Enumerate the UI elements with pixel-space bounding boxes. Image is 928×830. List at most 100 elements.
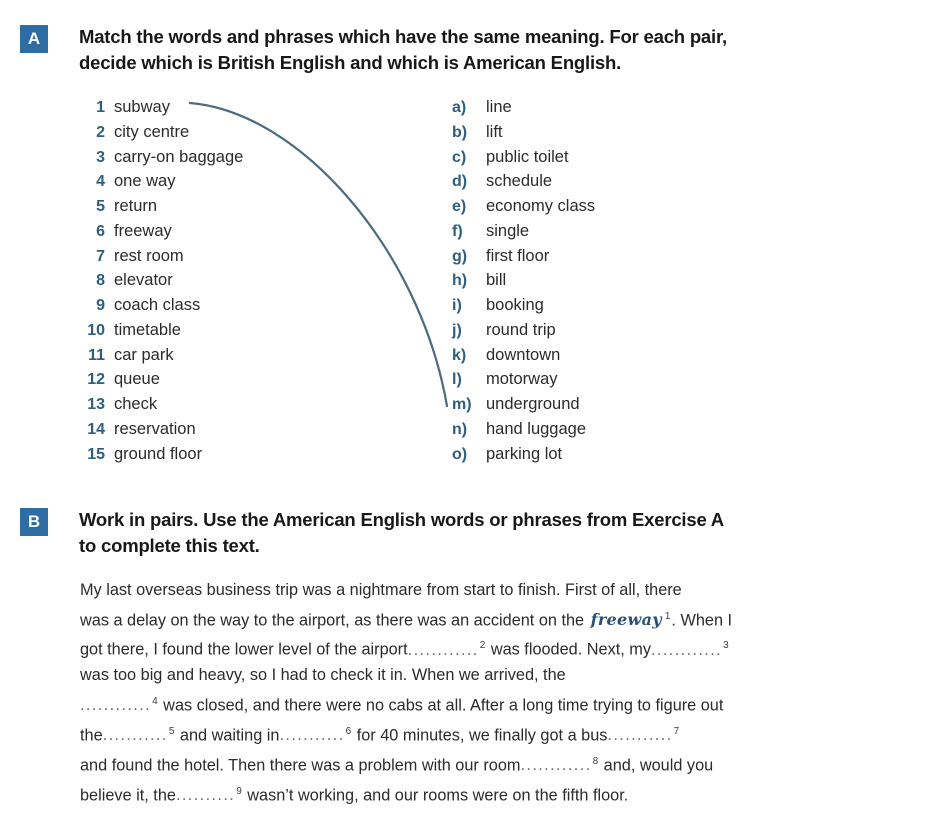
match-right-item-key: g): [452, 247, 468, 265]
gapfill-filled-answer[interactable]: freeway..............: [589, 607, 664, 638]
match-right-item-key: k): [452, 346, 467, 364]
match-right-item-label: lift: [486, 122, 503, 141]
match-right-item[interactable]: l) motorway: [452, 367, 772, 392]
match-left-item[interactable]: 13 check: [79, 392, 379, 417]
exercise-badge-a: A: [20, 25, 48, 53]
match-right-item-label: booking: [486, 296, 544, 314]
gapfill-line: got there, I found the lower level of th…: [80, 633, 880, 663]
match-left-item[interactable]: 8 elevator: [79, 268, 379, 293]
match-left-item-label: check: [114, 395, 158, 413]
match-right-item-key: f): [452, 222, 463, 240]
match-left-item-key: 5: [96, 198, 105, 215]
gapfill-line: the...........5 and waiting in..........…: [80, 719, 880, 749]
gapfill-blank[interactable]: ............: [408, 638, 479, 664]
match-left-item[interactable]: 1 subway: [79, 95, 379, 120]
match-left-item[interactable]: 12 queue: [79, 367, 379, 392]
match-left-item[interactable]: 11 car park: [79, 343, 379, 368]
match-right-item-label: bill: [486, 271, 507, 290]
gapfill-blank-number: 6: [345, 725, 352, 737]
match-right-item[interactable]: i) booking: [452, 293, 772, 318]
match-right-item-label: first floor: [486, 246, 550, 265]
gapfill-text: was a delay on the way to the airport, a…: [80, 610, 589, 629]
match-left-item-key: 13: [87, 396, 105, 413]
instruction-line: Match the words and phrases which have t…: [79, 26, 727, 47]
match-left-item[interactable]: 14 reservation: [79, 417, 379, 442]
match-left-item-key: 10: [87, 321, 105, 339]
match-right-item-label: schedule: [486, 172, 553, 191]
gapfill-text: and found the hotel. Then there was a pr…: [80, 756, 521, 775]
match-right-item-key: e): [452, 198, 467, 215]
match-left-item-key: 3: [96, 148, 105, 166]
instruction-line: to complete this text.: [79, 535, 260, 556]
gapfill-blank[interactable]: ...........: [607, 723, 672, 749]
answer-dotted-underline: ..............: [588, 629, 666, 638]
gapfill-text: and waiting in: [175, 726, 280, 745]
match-left-item[interactable]: 9 coach class: [79, 293, 379, 318]
instruction-line: decide which is British English and whic…: [79, 52, 622, 73]
match-left-item[interactable]: 7 rest room: [79, 244, 379, 269]
match-right-item[interactable]: k) downtown: [452, 343, 772, 368]
match-left-item-label: coach class: [114, 296, 201, 314]
match-right-item[interactable]: a) line: [452, 95, 772, 120]
match-right-item[interactable]: f) single: [452, 219, 772, 244]
match-right-item-key: a): [452, 99, 467, 116]
match-right-item-key: i): [452, 297, 462, 314]
match-right-item[interactable]: h) bill: [452, 268, 772, 293]
gapfill-blank-number: 7: [673, 725, 680, 737]
match-right-item[interactable]: j) round trip: [452, 318, 772, 343]
match-left-item[interactable]: 15 ground floor: [79, 442, 379, 467]
gapfill-line: believe it, the..........9 wasn’t workin…: [80, 779, 880, 809]
match-right-item[interactable]: n) hand luggage: [452, 417, 772, 442]
gapfill-blank-number: 9: [236, 785, 242, 797]
match-left-item[interactable]: 5 return: [79, 194, 379, 219]
match-left-item-label: ground floor: [114, 444, 203, 463]
match-right-item[interactable]: e) economy class: [452, 194, 772, 219]
gapfill-blank[interactable]: ...........: [279, 723, 344, 749]
gapfill-blank[interactable]: ...........: [103, 723, 168, 749]
gapfill-blank-number: 4: [152, 695, 158, 707]
matching-exercise-area: 1 subway 2 city centre 3 carry-on baggage 4 one…: [0, 95, 928, 485]
match-left-item-key: 14: [87, 420, 105, 438]
match-left-item[interactable]: 6 freeway: [79, 219, 379, 244]
match-right-item[interactable]: m) underground: [452, 392, 772, 417]
match-right-item-key: o): [452, 445, 468, 463]
match-left-item-label: freeway: [114, 221, 172, 240]
match-left-item-label: rest room: [114, 246, 184, 265]
gapfill-blank-number: 8: [592, 755, 599, 767]
gapfill-text: was flooded. Next, my: [486, 640, 651, 659]
match-right-item-key: c): [452, 148, 467, 166]
gapfill-text: My last overseas business trip was a nig…: [80, 581, 682, 599]
match-left-item[interactable]: 2 city centre: [79, 120, 379, 145]
match-left-item[interactable]: 10 timetable: [79, 318, 379, 343]
match-right-item-label: hand luggage: [486, 419, 587, 438]
match-right-item[interactable]: o) parking lot: [452, 442, 772, 467]
match-right-item[interactable]: c) public toilet: [452, 145, 772, 170]
match-left-item-key: 2: [96, 123, 105, 141]
gapfill-text: believe it, the: [80, 786, 176, 805]
gapfill-blank[interactable]: ............: [651, 638, 722, 664]
match-left-item[interactable]: 4 one way: [79, 169, 379, 194]
match-right-item[interactable]: b) lift: [452, 120, 772, 145]
gapfill-blank[interactable]: ..........: [176, 783, 235, 809]
gapfill-blank[interactable]: ............: [80, 693, 151, 719]
match-right-item[interactable]: d) schedule: [452, 169, 772, 194]
match-right-item-key: d): [452, 173, 468, 191]
match-left-item-key: 12: [87, 371, 105, 389]
match-right-item-key: b): [452, 123, 468, 141]
gapfill-blank-number: 1: [664, 610, 671, 622]
match-left-item-label: one way: [114, 172, 176, 191]
match-left-item-label: car park: [114, 345, 174, 364]
gapfill-blank[interactable]: ............: [520, 753, 591, 779]
matching-left-column: 1 subway 2 city centre 3 carry-on baggage 4 one…: [79, 95, 379, 466]
match-right-item[interactable]: g) first floor: [452, 244, 772, 269]
match-right-item-label: round trip: [486, 320, 556, 339]
gapfill-text: the: [80, 726, 103, 745]
gapfill-text: for 40 minutes, we finally got a bus: [352, 726, 608, 745]
match-left-item-label: city centre: [114, 122, 190, 141]
match-right-item-key: m): [452, 396, 472, 413]
match-left-item[interactable]: 3 carry-on baggage: [79, 145, 379, 170]
match-right-item-key: j): [452, 321, 462, 339]
gapfill-line: My last overseas business trip was a nig…: [80, 578, 880, 604]
match-right-item-label: motorway: [486, 370, 558, 389]
match-left-item-key: 11: [88, 346, 105, 364]
